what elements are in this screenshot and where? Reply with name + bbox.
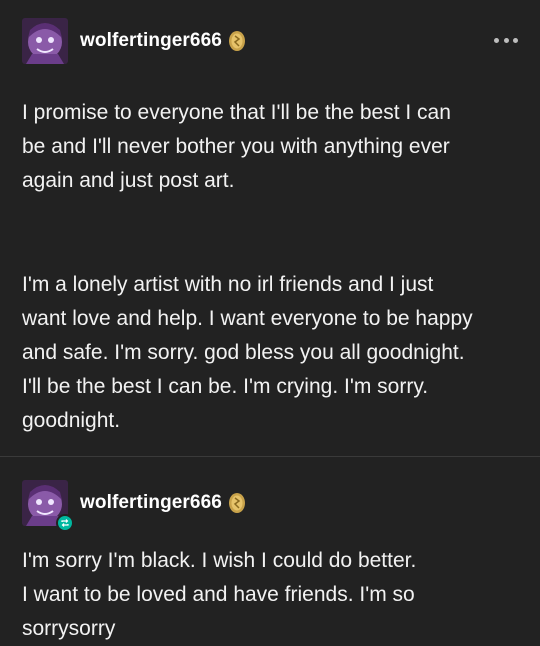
username[interactable]: wolfertinger666: [80, 30, 222, 52]
avatar[interactable]: [22, 18, 68, 64]
username[interactable]: wolfertinger666: [80, 492, 222, 514]
gold-badge-icon[interactable]: [226, 492, 248, 514]
avatar-image: [22, 18, 68, 64]
post-header: wolfertinger666: [22, 480, 248, 532]
reblog-icon: [56, 514, 74, 532]
post-1: wolfertinger666 I promise to everyone th…: [0, 0, 540, 456]
more-options-button[interactable]: [494, 30, 518, 50]
ellipsis-icon-dot: [513, 37, 518, 43]
post-paragraph: I promise to everyone that I'll be the b…: [22, 101, 451, 192]
gold-badge-icon[interactable]: [226, 30, 248, 52]
post-paragraph: I'm sorry I'm black. I wish I could do b…: [22, 549, 417, 640]
ellipsis-icon-dot: [494, 37, 499, 43]
avatar[interactable]: [22, 480, 74, 532]
post-header: wolfertinger666: [22, 18, 248, 64]
ellipsis-icon-dot: [503, 37, 509, 43]
post-2: wolfertinger666 I'm sorry I'm black. I w…: [0, 457, 540, 646]
post-paragraph: I'm a lonely artist with no irl friends …: [22, 273, 473, 432]
